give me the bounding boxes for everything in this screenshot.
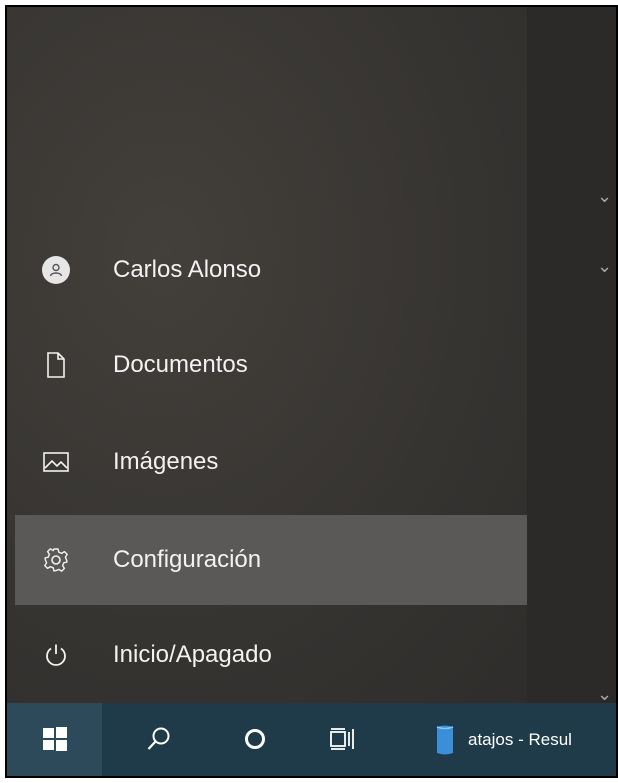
search-icon <box>146 726 172 757</box>
task-view-button[interactable] <box>312 703 372 776</box>
document-icon <box>41 350 71 380</box>
start-item-power[interactable]: Inicio/Apagado <box>15 610 527 700</box>
start-item-documents[interactable]: Documentos <box>15 320 527 410</box>
app-icon <box>434 724 456 756</box>
user-avatar-icon <box>41 255 71 285</box>
screenshot-frame: ⌄ ⌄ ⌄ Carlos Alonso Documentos Imágenes … <box>5 5 618 778</box>
start-item-label: Configuración <box>113 546 262 573</box>
chevron-down-icon[interactable]: ⌄ <box>597 187 612 205</box>
windows-logo-icon <box>42 726 68 757</box>
task-view-icon <box>329 727 355 756</box>
picture-icon <box>41 447 71 477</box>
power-icon <box>41 640 71 670</box>
start-item-pictures[interactable]: Imágenes <box>15 417 527 507</box>
avatar <box>42 256 70 284</box>
cortana-circle-icon <box>243 727 267 756</box>
taskbar-app-button[interactable]: atajos - Resul <box>412 703 616 776</box>
chevron-down-icon[interactable]: ⌄ <box>597 257 612 275</box>
start-item-label: Inicio/Apagado <box>113 641 272 668</box>
start-item-label: Imágenes <box>113 448 219 475</box>
start-menu-tiles-area: ⌄ ⌄ ⌄ <box>527 7 616 703</box>
start-item-user[interactable]: Carlos Alonso <box>15 225 527 315</box>
gear-icon <box>41 545 71 575</box>
start-item-label: Documentos <box>113 351 248 378</box>
start-button[interactable] <box>7 703 102 776</box>
chevron-down-icon[interactable]: ⌄ <box>597 685 612 703</box>
taskbar: atajos - Resul <box>7 703 616 776</box>
start-item-settings[interactable]: Configuración <box>15 515 527 605</box>
taskbar-app-label: atajos - Resul <box>468 730 572 749</box>
cortana-button[interactable] <box>225 703 285 776</box>
start-item-label: Carlos Alonso <box>113 256 262 283</box>
search-button[interactable] <box>129 703 189 776</box>
